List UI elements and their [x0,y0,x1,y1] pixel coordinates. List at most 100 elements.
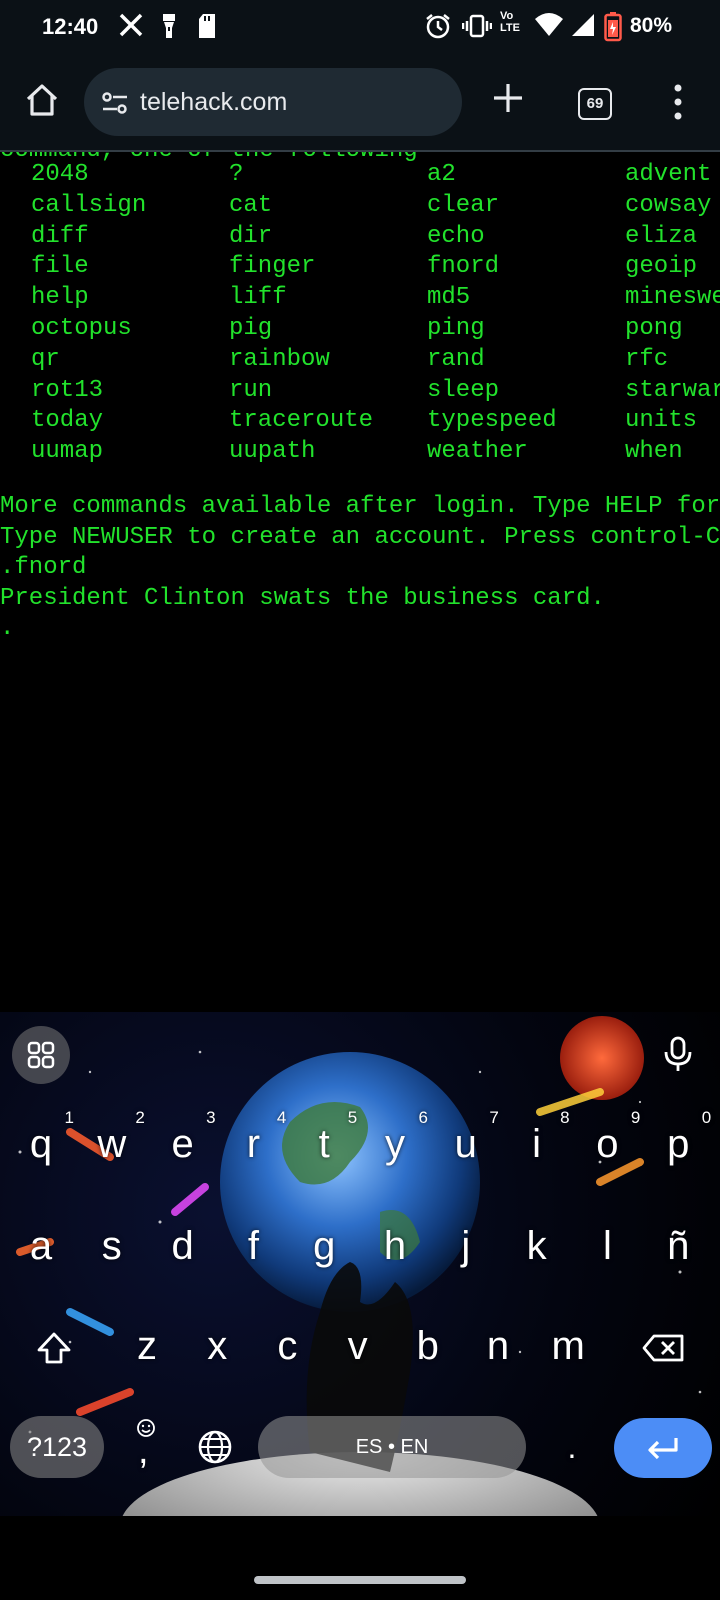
command-item: sleep [427,376,500,404]
terminal-line: . [0,615,15,642]
language-key[interactable] [194,1426,236,1468]
command-item: minesweeper [625,284,720,312]
command-item: help [31,284,89,312]
key-hint: 4 [276,1108,287,1127]
key-hint: 1 [64,1108,74,1127]
key-label: z [137,1324,157,1368]
key-label: h [383,1224,407,1268]
keyboard-menu-button[interactable] [12,1026,70,1084]
key-m[interactable]: m [533,1314,603,1386]
key-f[interactable]: f [218,1214,288,1286]
key-label: l [602,1224,612,1268]
symbols-key[interactable]: ?123 [10,1416,104,1478]
command-item: ping [427,315,485,342]
command-item: octopus [31,315,132,342]
space-bar[interactable]: ES • EN [258,1416,526,1478]
key-label: r [246,1122,261,1166]
navigation-bar [0,1516,720,1600]
key-l[interactable]: l [572,1214,642,1286]
key-b[interactable]: b [393,1314,463,1386]
signal-icon [570,12,596,45]
address-bar[interactable]: telehack.com [84,68,462,136]
key-label: f [247,1224,259,1268]
tab-switcher-button[interactable]: 69 [578,88,612,120]
volte-icon: Vo LTE [500,10,520,34]
key-x[interactable]: x [182,1314,252,1386]
key-label: k [526,1224,547,1268]
key-hint: 7 [489,1108,499,1127]
terminal-output[interactable]: command, one of the following 2048?a2adv… [0,152,720,1012]
key-label: w [97,1122,127,1166]
url-text[interactable]: telehack.com [140,88,287,117]
command-item: md5 [427,284,471,312]
key-label: b [416,1324,439,1368]
key-d[interactable]: d [148,1214,218,1286]
key-y[interactable]: 6y [360,1108,430,1184]
command-item: rand [427,345,485,373]
key-label: a [29,1224,53,1268]
command-item: a2 [427,161,456,188]
command-item: dir [229,222,273,250]
command-item: pig [229,315,273,342]
key-h[interactable]: h [360,1214,430,1286]
key-hint: 2 [135,1108,145,1127]
key-label: c [277,1324,298,1368]
comma-key[interactable]: , [130,1416,162,1478]
backspace-key[interactable] [640,1326,688,1370]
key-j[interactable]: j [431,1214,501,1286]
command-item: cowsay [625,191,712,219]
command-item: ? [229,161,244,188]
status-time: 12:40 [42,14,99,39]
home-gesture-bar[interactable] [254,1576,466,1584]
enter-key[interactable] [614,1418,712,1478]
shift-key[interactable] [32,1326,76,1370]
terminal-line: President Clinton swats the business car… [0,585,605,612]
browser-toolbar: telehack.com 69 [0,56,720,152]
command-item: finger [229,253,316,281]
key-z[interactable]: z [112,1314,182,1386]
battery-level: 80% [630,14,673,37]
vibrate-icon [461,12,493,47]
key-label: g [313,1224,336,1268]
key-hint: 3 [206,1108,216,1127]
key-o[interactable]: 9o [572,1108,642,1184]
key-g[interactable]: g [289,1214,359,1286]
key-e[interactable]: 3e [148,1108,218,1184]
key-i[interactable]: 8i [502,1108,572,1184]
command-item: when [625,438,683,466]
key-n[interactable]: n [463,1314,533,1386]
command-item: today [31,407,104,435]
more-vert-icon [674,84,682,120]
key-t[interactable]: 5t [289,1108,359,1184]
key-q[interactable]: 1q [6,1108,76,1184]
wifi-icon [534,12,564,45]
more-menu-button[interactable] [666,80,690,124]
key-hint: 9 [630,1108,641,1127]
key-label: j [461,1224,471,1268]
key-ñ[interactable]: ñ [643,1214,713,1286]
key-w[interactable]: 2w [77,1108,147,1184]
key-label: v [347,1324,368,1368]
voice-input-button[interactable] [656,1032,700,1076]
command-item: rot13 [31,376,104,404]
key-s[interactable]: s [77,1214,147,1286]
battery-icon [604,12,622,49]
key-k[interactable]: k [502,1214,572,1286]
key-u[interactable]: 7u [431,1108,501,1184]
site-settings-icon[interactable] [100,88,130,118]
key-label: x [207,1324,228,1368]
microphone-icon [664,1036,692,1071]
new-tab-button[interactable] [488,78,528,118]
key-r[interactable]: 4r [218,1108,288,1184]
key-label: o [596,1122,619,1166]
key-c[interactable]: c [252,1314,322,1386]
key-v[interactable]: v [323,1314,393,1386]
enter-icon [648,1438,678,1460]
key-hint: 5 [347,1108,358,1127]
home-icon [26,84,58,116]
key-a[interactable]: a [6,1214,76,1286]
period-key[interactable]: . [556,1416,588,1478]
x-logo-icon [118,12,144,45]
key-p[interactable]: 0p [643,1108,713,1184]
home-button[interactable] [22,80,62,120]
